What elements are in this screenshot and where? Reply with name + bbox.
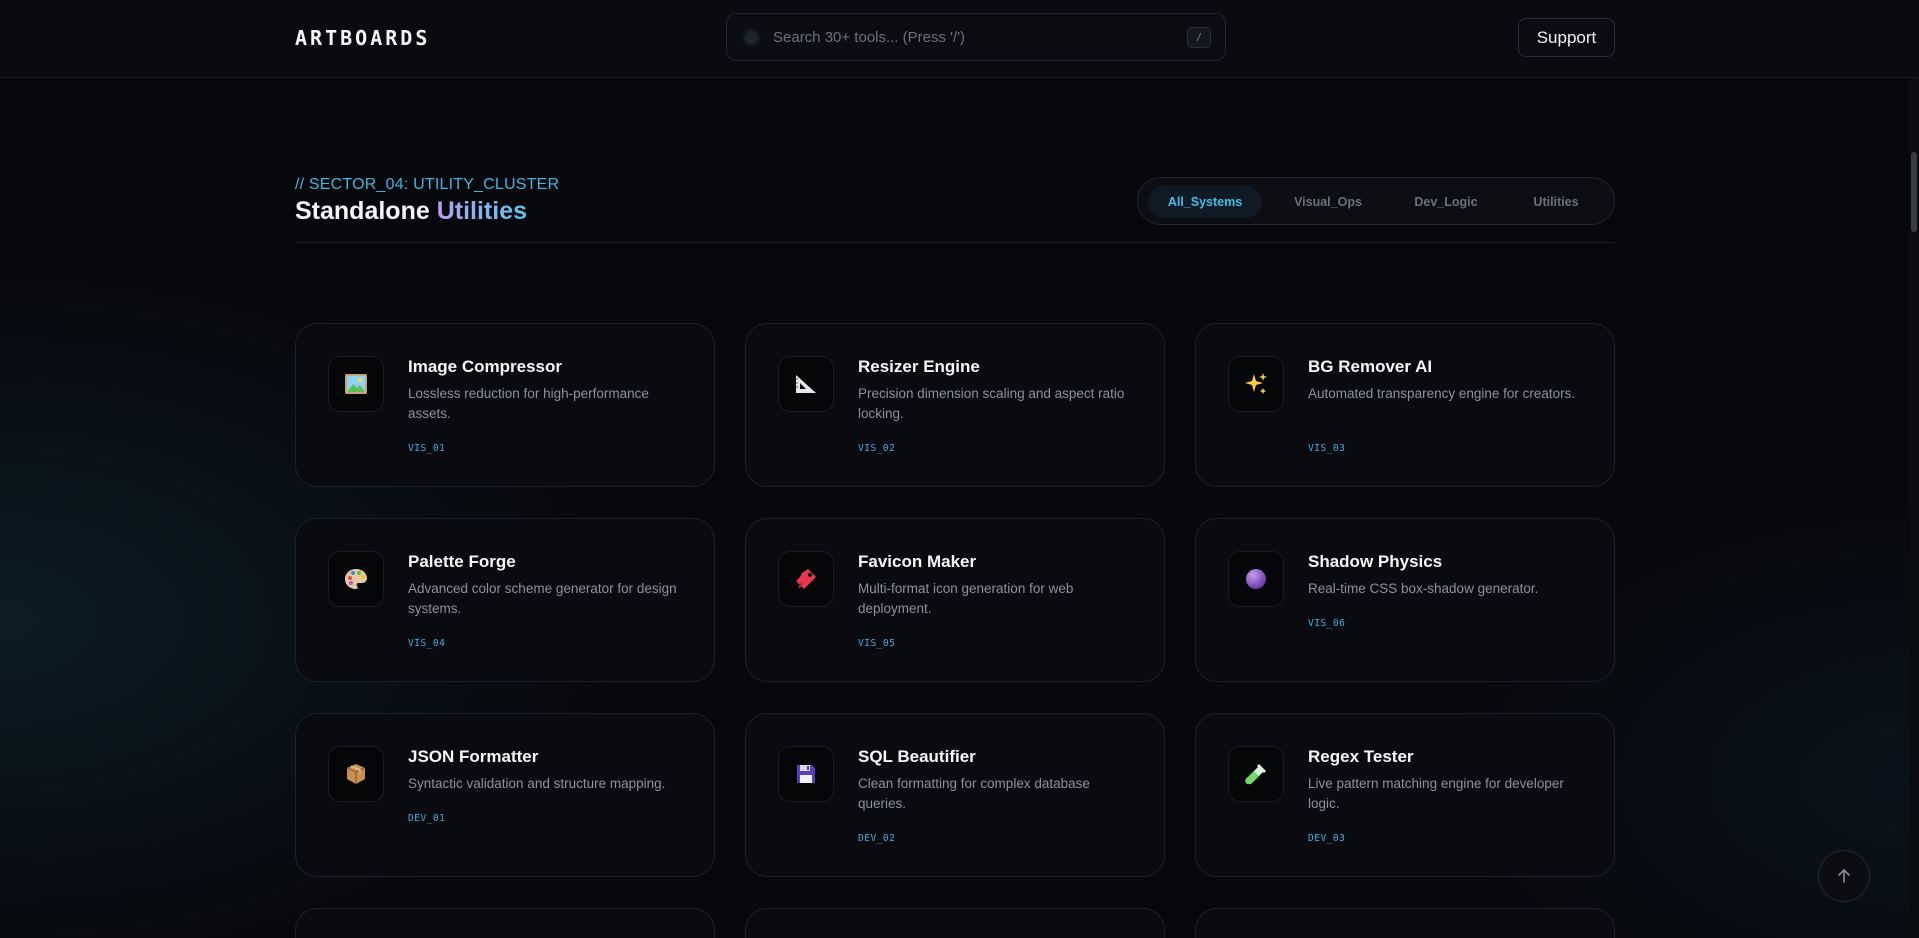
title-main: Standalone xyxy=(295,197,430,225)
title-accent: Utilities xyxy=(436,197,527,225)
card-title: Regex Tester xyxy=(1308,747,1414,766)
search-shortcut-key: / xyxy=(1187,27,1211,48)
purple-sphere-icon xyxy=(1228,551,1284,607)
tool-card-partial[interactable] xyxy=(745,908,1165,938)
card-code: VIS_02 xyxy=(858,443,896,454)
top-navigation-bar: ARTBOARDS Search 30+ tools... (Press '/'… xyxy=(0,0,1919,78)
card-description: Precision dimension scaling and aspect r… xyxy=(858,386,1125,421)
search-icon xyxy=(745,31,758,44)
scroll-to-top-button[interactable] xyxy=(1818,850,1870,902)
tab-all-systems[interactable]: All_Systems xyxy=(1148,186,1262,218)
brand-logo[interactable]: ARTBOARDS xyxy=(295,26,430,50)
tab-dev-logic[interactable]: Dev_Logic xyxy=(1396,186,1496,218)
scrollbar-thumb[interactable] xyxy=(1911,152,1917,232)
card-description: Syntactic validation and structure mappi… xyxy=(408,776,666,791)
triangle-ruler-icon xyxy=(778,356,834,412)
tool-card-palette-forge[interactable]: Palette Forge Advanced color scheme gene… xyxy=(295,518,715,682)
card-code: VIS_01 xyxy=(408,443,446,454)
card-description: Multi-format icon generation for web dep… xyxy=(858,581,1074,616)
card-code: DEV_01 xyxy=(408,813,446,824)
tool-card-shadow-physics[interactable]: Shadow Physics Real-time CSS box-shadow … xyxy=(1195,518,1615,682)
tool-card-bg-remover-ai[interactable]: BG Remover AI Automated transparency eng… xyxy=(1195,323,1615,487)
card-description: Live pattern matching engine for develop… xyxy=(1308,776,1564,811)
image-icon xyxy=(328,356,384,412)
card-description: Lossless reduction for high-performance … xyxy=(408,386,649,421)
tab-visual-ops[interactable]: Visual_Ops xyxy=(1276,186,1380,218)
page-title: Standalone Utilities xyxy=(295,197,527,226)
card-title: Image Compressor xyxy=(408,357,562,376)
card-description: Clean formatting for complex database qu… xyxy=(858,776,1090,811)
tool-card-json-formatter[interactable]: JSON Formatter Syntactic validation and … xyxy=(295,713,715,877)
card-description: Automated transparency engine for creato… xyxy=(1308,386,1576,401)
bookmark-tag-icon xyxy=(778,551,834,607)
search-bar[interactable]: Search 30+ tools... (Press '/') / xyxy=(726,13,1226,61)
card-description: Advanced color scheme generator for desi… xyxy=(408,581,677,616)
section-divider xyxy=(295,242,1615,243)
card-title: Resizer Engine xyxy=(858,357,980,376)
card-code: VIS_06 xyxy=(1308,618,1346,629)
card-code: VIS_04 xyxy=(408,638,446,649)
card-title: JSON Formatter xyxy=(408,747,539,766)
tool-card-sql-beautifier[interactable]: SQL Beautifier Clean formatting for comp… xyxy=(745,713,1165,877)
floppy-disk-icon xyxy=(778,746,834,802)
tool-card-partial[interactable] xyxy=(295,908,715,938)
test-tube-icon xyxy=(1228,746,1284,802)
tool-card-partial[interactable] xyxy=(1195,908,1615,938)
package-icon xyxy=(328,746,384,802)
card-code: VIS_03 xyxy=(1308,443,1346,454)
section-kicker: // SECTOR_04: UTILITY_CLUSTER xyxy=(295,176,560,193)
tool-card-favicon-maker[interactable]: Favicon Maker Multi-format icon generati… xyxy=(745,518,1165,682)
card-title: Favicon Maker xyxy=(858,552,977,571)
palette-icon xyxy=(328,551,384,607)
support-button[interactable]: Support xyxy=(1518,18,1615,57)
arrow-up-icon xyxy=(1838,868,1850,883)
card-code: VIS_05 xyxy=(858,638,896,649)
card-title: Palette Forge xyxy=(408,552,516,571)
sparkles-icon xyxy=(1228,356,1284,412)
tool-card-image-compressor[interactable]: Image Compressor Lossless reduction for … xyxy=(295,323,715,487)
search-input[interactable]: Search 30+ tools... (Press '/') xyxy=(773,29,965,46)
card-title: SQL Beautifier xyxy=(858,747,976,766)
card-code: DEV_02 xyxy=(858,833,896,844)
tool-card-resizer-engine[interactable]: Resizer Engine Precision dimension scali… xyxy=(745,323,1165,487)
tab-utilities[interactable]: Utilities xyxy=(1508,186,1604,218)
card-description: Real-time CSS box-shadow generator. xyxy=(1308,581,1539,596)
card-title: Shadow Physics xyxy=(1308,552,1443,571)
card-title: BG Remover AI xyxy=(1308,357,1433,376)
card-code: DEV_03 xyxy=(1308,833,1346,844)
tool-card-regex-tester[interactable]: Regex Tester Live pattern matching engin… xyxy=(1195,713,1615,877)
category-filter-tabs: All_Systems Visual_Ops Dev_Logic Utiliti… xyxy=(1137,177,1615,225)
